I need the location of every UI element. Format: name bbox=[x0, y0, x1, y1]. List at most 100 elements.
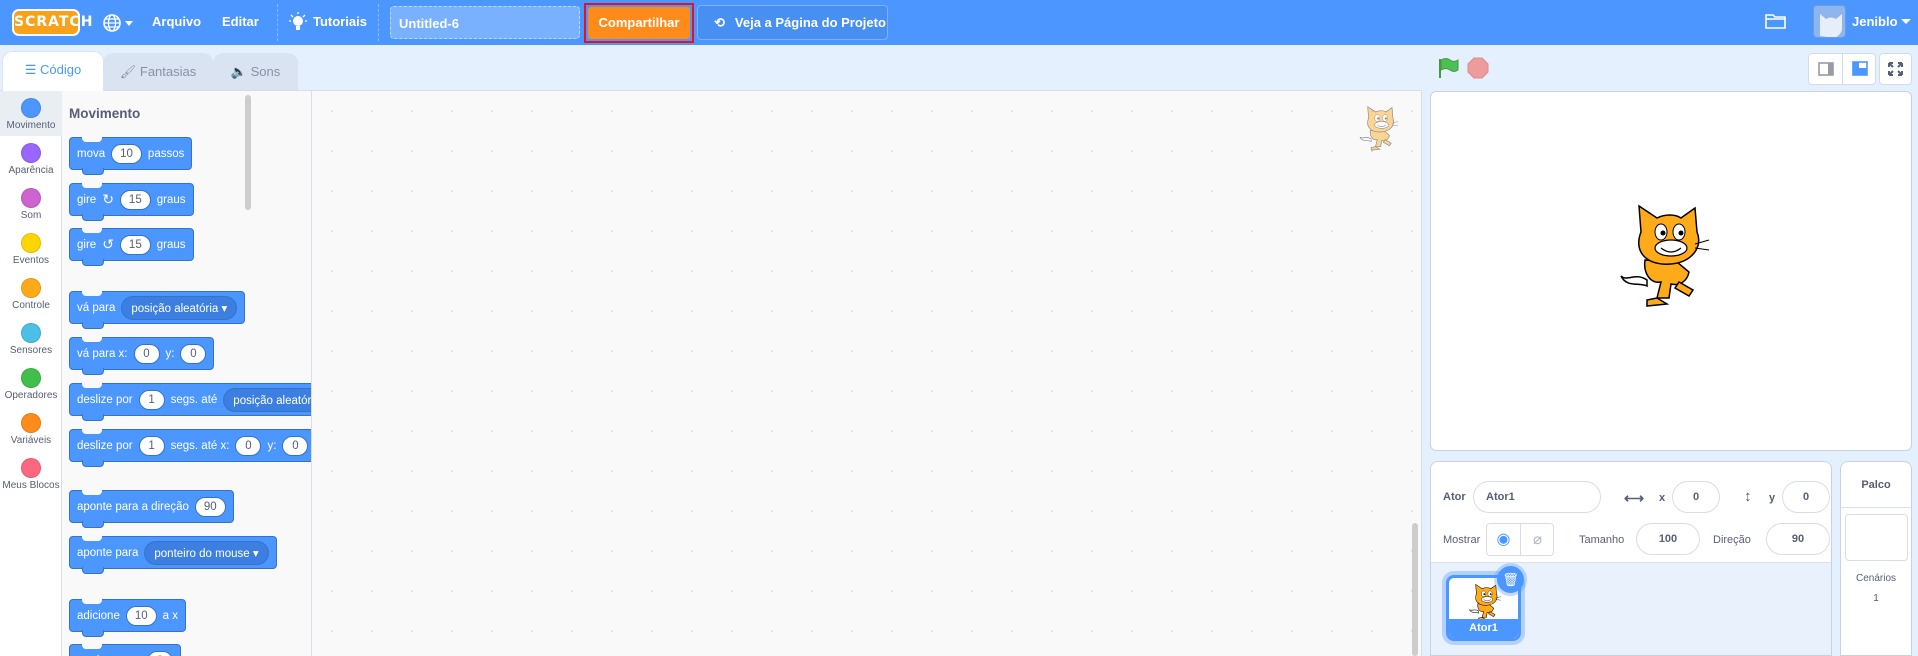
show-sprite-eye-icon[interactable]: ◉ bbox=[1487, 524, 1521, 555]
number-input[interactable]: 90 bbox=[194, 496, 226, 517]
menu-tutorials[interactable]: Tutoriais bbox=[313, 14, 367, 29]
category-color-dot bbox=[21, 458, 41, 478]
visibility-toggle: ◉ ⌀ bbox=[1486, 523, 1554, 556]
small-stage-button[interactable] bbox=[1809, 54, 1843, 84]
workspace-scrollbar[interactable] bbox=[1412, 523, 1418, 656]
category-6[interactable]: Operadores bbox=[0, 361, 62, 406]
backdrops-count: 1 bbox=[1873, 593, 1879, 604]
tab-costumes[interactable]: 🖌 Fantasias bbox=[103, 53, 213, 91]
number-input[interactable]: 0 bbox=[133, 343, 160, 364]
number-input[interactable]: 0 bbox=[282, 435, 309, 456]
large-stage-button[interactable] bbox=[1843, 54, 1877, 84]
stop-icon[interactable] bbox=[1467, 57, 1489, 84]
number-input[interactable]: 15 bbox=[119, 234, 151, 255]
category-color-dot bbox=[21, 143, 41, 163]
sprite-cat[interactable] bbox=[1617, 202, 1713, 308]
large-stage-icon bbox=[1852, 61, 1868, 76]
block-text: passos bbox=[147, 147, 185, 160]
number-input[interactable]: 0 bbox=[180, 343, 207, 364]
sprite-label: Ator bbox=[1443, 491, 1466, 503]
tab-label: Sons bbox=[250, 64, 281, 79]
block-palette: Movimento mova 10 passos gire ↻ 15 graus gire ↺ 1… bbox=[62, 90, 312, 656]
block-text: graus bbox=[156, 193, 186, 206]
menu-edit[interactable]: Editar bbox=[222, 14, 259, 29]
motion-block[interactable]: vá para x: 0 y: 0 bbox=[69, 337, 215, 375]
size-input[interactable]: 100 bbox=[1636, 523, 1700, 555]
palette-scrollbar[interactable] bbox=[245, 95, 251, 210]
share-button[interactable]: Compartilhar bbox=[588, 7, 690, 39]
motion-block[interactable]: gire ↺ 15 graus bbox=[69, 228, 194, 266]
category-5[interactable]: Sensores bbox=[0, 316, 62, 361]
block-text: a x bbox=[162, 609, 178, 622]
speaker-icon: 🔈 bbox=[230, 64, 251, 79]
category-label: Som bbox=[20, 210, 42, 221]
motion-block[interactable]: mude x para0 bbox=[69, 644, 181, 656]
menu-file[interactable]: Arquivo bbox=[152, 14, 201, 29]
code-workspace[interactable] bbox=[312, 90, 1422, 656]
block-text: aponte para bbox=[77, 546, 139, 559]
chevron-down-icon[interactable] bbox=[1901, 19, 1911, 24]
x-input[interactable]: 0 bbox=[1672, 481, 1720, 513]
see-project-page-button[interactable]: ⟲ Veja a Página do Projeto bbox=[697, 5, 888, 40]
dropdown-menu[interactable]: ponteiro do mouse ▾ bbox=[144, 540, 269, 565]
category-0[interactable]: Movimento bbox=[0, 91, 62, 136]
fullscreen-button[interactable] bbox=[1879, 53, 1912, 85]
number-input[interactable]: 0 bbox=[235, 435, 262, 456]
number-input[interactable]: 10 bbox=[125, 605, 157, 626]
delete-sprite-trash-icon[interactable]: 🗑 bbox=[1497, 566, 1524, 593]
folder-icon[interactable] bbox=[1765, 12, 1787, 35]
block-text: deslize por bbox=[77, 393, 133, 406]
motion-block[interactable]: vá para posição aleatória ▾ bbox=[69, 291, 246, 329]
hide-sprite-eye-slash-icon[interactable]: ⌀ bbox=[1521, 524, 1554, 555]
category-1[interactable]: Aparência bbox=[0, 136, 62, 181]
category-label: Variáveis bbox=[10, 435, 52, 446]
category-color-dot bbox=[21, 98, 41, 118]
y-input[interactable]: 0 bbox=[1782, 481, 1830, 513]
motion-block[interactable]: mova 10 passos bbox=[69, 137, 193, 175]
scratch-logo[interactable]: SCRATCH bbox=[12, 9, 92, 36]
category-label: Eventos bbox=[12, 255, 50, 266]
block-text: y: bbox=[165, 347, 175, 360]
motion-block[interactable]: aponte para a direção 90 bbox=[69, 490, 234, 528]
motion-block[interactable]: deslize por 1 segs. até x: 0 y: 0 bbox=[69, 429, 311, 467]
sprite-info: Ator Ator1 ⟷ x 0 ↕ y 0 Mostrar ◉ ⌀ Taman… bbox=[1431, 462, 1831, 563]
block-text: aponte para a direção bbox=[77, 500, 189, 513]
stage-target-pane[interactable]: Palco Cenários 1 bbox=[1840, 461, 1912, 656]
block-text: deslize por bbox=[77, 439, 133, 452]
brush-icon: 🖌 bbox=[119, 64, 140, 79]
size-label: Tamanho bbox=[1579, 534, 1625, 546]
globe-icon[interactable] bbox=[102, 12, 134, 34]
green-flag-icon[interactable] bbox=[1437, 57, 1459, 84]
show-label: Mostrar bbox=[1443, 534, 1481, 546]
number-input[interactable]: 10 bbox=[111, 143, 142, 164]
share-button-highlight[interactable]: Compartilhar bbox=[584, 3, 694, 43]
category-3[interactable]: Eventos bbox=[0, 226, 62, 271]
x-label: x bbox=[1659, 492, 1666, 504]
motion-block[interactable]: deslize por 1 segs. até posição aleatória ▾ bbox=[69, 383, 311, 421]
category-8[interactable]: Meus Blocos bbox=[0, 451, 62, 496]
project-title-input[interactable]: Untitled-6 bbox=[390, 6, 580, 39]
category-4[interactable]: Controle bbox=[0, 271, 62, 316]
number-input[interactable]: 0 bbox=[146, 650, 173, 656]
username[interactable]: Jeniblo bbox=[1852, 14, 1898, 29]
stage-title: Palco bbox=[1841, 462, 1911, 508]
motion-block[interactable]: aponte para ponteiro do mouse ▾ bbox=[69, 536, 277, 574]
tab-code[interactable]: ☰ Código bbox=[2, 51, 104, 91]
dropdown-menu[interactable]: posição aleatória ▾ bbox=[223, 387, 311, 412]
number-input[interactable]: 1 bbox=[138, 435, 165, 456]
category-7[interactable]: Variáveis bbox=[0, 406, 62, 451]
motion-block[interactable]: adicione 10 a x bbox=[69, 599, 186, 637]
motion-block[interactable]: gire ↻ 15 graus bbox=[69, 183, 194, 221]
dropdown-menu[interactable]: posição aleatória ▾ bbox=[121, 295, 238, 320]
category-2[interactable]: Som bbox=[0, 181, 62, 226]
direction-label: Direção bbox=[1713, 534, 1751, 546]
number-input[interactable]: 1 bbox=[138, 389, 165, 410]
number-input[interactable]: 15 bbox=[119, 189, 151, 210]
tab-sounds[interactable]: 🔈 Sons bbox=[213, 53, 298, 91]
stage-canvas[interactable] bbox=[1430, 91, 1912, 451]
backdrop-thumbnail[interactable] bbox=[1845, 514, 1908, 561]
avatar[interactable] bbox=[1813, 5, 1846, 38]
sprite-name-input[interactable]: Ator1 bbox=[1473, 481, 1601, 513]
direction-input[interactable]: 90 bbox=[1766, 523, 1830, 555]
block-text: vá para x: bbox=[77, 347, 128, 360]
